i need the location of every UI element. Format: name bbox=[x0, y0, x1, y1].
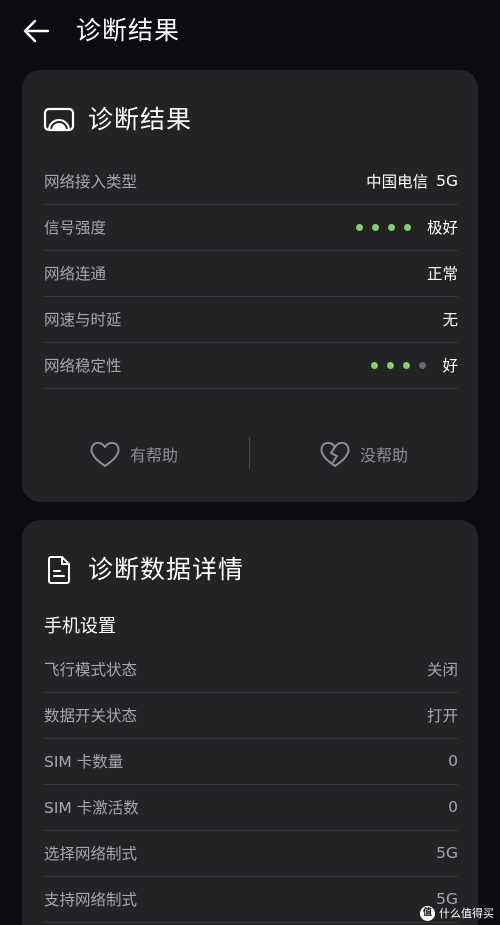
row-network-connectivity: 网络连通 正常 bbox=[44, 250, 458, 297]
row-value: 0 bbox=[448, 752, 458, 770]
row-value: 关闭 bbox=[426, 661, 458, 679]
back-button[interactable] bbox=[20, 14, 54, 48]
helpful-button[interactable]: 有帮助 bbox=[88, 436, 178, 472]
row-label: 网络连通 bbox=[44, 265, 107, 283]
row-signal-strength: 信号强度 极好 bbox=[44, 204, 458, 251]
watermark-text: 什么值得买 bbox=[439, 907, 494, 920]
row-value: 5G bbox=[436, 844, 458, 862]
result-card-header: 诊断结果 bbox=[42, 102, 192, 138]
diagnosis-page: 诊断结果 诊断结果 网络接入类型 中国电信 5G 信号强度 极好 网络连通 正常… bbox=[0, 0, 500, 925]
signal-level-indicator bbox=[347, 223, 411, 231]
row-data-switch: 数据开关状态 打开 bbox=[44, 692, 458, 739]
level-dot-active bbox=[403, 361, 411, 369]
row-value: 好 bbox=[362, 354, 458, 376]
phone-settings-heading: 手机设置 bbox=[44, 616, 116, 637]
result-card-title: 诊断结果 bbox=[88, 105, 193, 134]
row-value: 极好 bbox=[347, 216, 458, 238]
row-speed-latency: 网速与时延 无 bbox=[44, 296, 458, 343]
level-dot-active bbox=[387, 223, 395, 231]
row-supported-network-mode: 支持网络制式 5G bbox=[44, 876, 458, 923]
row-network-stability: 网络稳定性 好 bbox=[44, 342, 458, 389]
level-dot-active bbox=[403, 223, 411, 231]
stability-level-indicator bbox=[362, 361, 427, 369]
level-dot-active bbox=[355, 223, 363, 231]
details-card-title: 诊断数据详情 bbox=[88, 555, 245, 584]
level-dot-active bbox=[371, 361, 379, 369]
row-sim-activated: SIM 卡激活数 0 bbox=[44, 784, 458, 831]
back-arrow-icon bbox=[23, 19, 50, 43]
cast-screen-icon bbox=[43, 107, 75, 132]
row-value: 0 bbox=[448, 798, 458, 816]
unhelpful-label: 没帮助 bbox=[360, 446, 409, 465]
page-title: 诊断结果 bbox=[76, 16, 181, 45]
feedback-bar: 有帮助 没帮助 bbox=[22, 436, 478, 472]
feedback-divider bbox=[249, 437, 250, 469]
broken-heart-icon bbox=[320, 441, 350, 467]
row-airplane-mode: 飞行模式状态 关闭 bbox=[44, 646, 458, 693]
document-icon bbox=[48, 556, 70, 584]
row-label: 信号强度 bbox=[44, 219, 107, 237]
level-dot-active bbox=[387, 361, 395, 369]
row-label: SIM 卡激活数 bbox=[44, 799, 139, 817]
row-label: 选择网络制式 bbox=[44, 845, 138, 863]
diagnosis-details-card: 诊断数据详情 手机设置 飞行模式状态 关闭 数据开关状态 打开 SIM 卡数量 … bbox=[22, 520, 478, 925]
stability-value: 好 bbox=[442, 357, 458, 375]
row-selected-network-mode: 选择网络制式 5G bbox=[44, 830, 458, 877]
row-label: 数据开关状态 bbox=[44, 707, 138, 725]
app-header: 诊断结果 bbox=[0, 0, 500, 64]
level-dot-inactive bbox=[419, 361, 427, 369]
diagnosis-result-card: 诊断结果 网络接入类型 中国电信 5G 信号强度 极好 网络连通 正常 网速与时… bbox=[22, 70, 478, 502]
row-label: 支持网络制式 bbox=[44, 891, 138, 909]
carrier-name: 中国电信 bbox=[366, 173, 429, 191]
row-label: SIM 卡数量 bbox=[44, 753, 124, 771]
network-generation: 5G bbox=[436, 172, 458, 190]
level-dot-active bbox=[371, 223, 379, 231]
row-value: 正常 bbox=[426, 265, 458, 283]
row-value: 无 bbox=[442, 311, 458, 329]
row-label: 网速与时延 bbox=[44, 311, 122, 329]
row-value: 打开 bbox=[426, 707, 458, 725]
row-label: 网络稳定性 bbox=[44, 357, 122, 375]
signal-strength-value: 极好 bbox=[426, 219, 458, 237]
helpful-label: 有帮助 bbox=[130, 446, 179, 465]
row-label: 网络接入类型 bbox=[44, 173, 138, 191]
row-value: 中国电信 5G bbox=[366, 170, 458, 192]
row-network-access-type: 网络接入类型 中国电信 5G bbox=[44, 158, 458, 205]
row-label: 飞行模式状态 bbox=[44, 661, 138, 679]
watermark: 值 什么值得买 bbox=[420, 905, 494, 921]
unhelpful-button[interactable]: 没帮助 bbox=[318, 436, 408, 472]
row-sim-count: SIM 卡数量 0 bbox=[44, 738, 458, 785]
details-card-header: 诊断数据详情 bbox=[42, 552, 244, 588]
watermark-badge: 值 bbox=[420, 905, 435, 921]
heart-icon bbox=[90, 441, 120, 467]
